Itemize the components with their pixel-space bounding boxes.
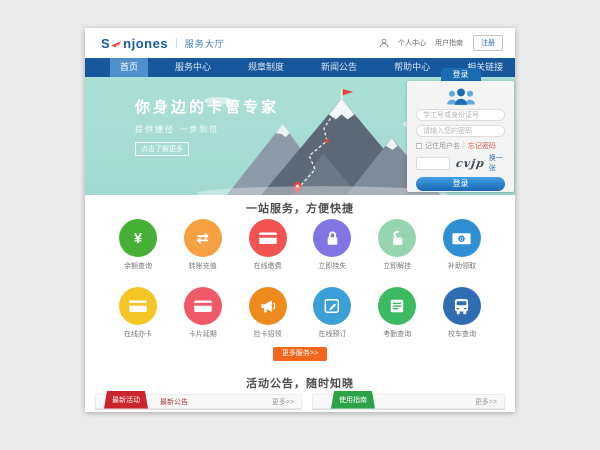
bank-card-icon [119, 287, 157, 325]
services-grid: ¥ 余额查询 ⇄ 转账充值在线缴费立即挂失立即解挂 0 补助领取在线办卡卡片延期捡卡招领在… [85, 219, 515, 339]
remember-row: 记住用户名 | 忘记密码 [416, 141, 505, 150]
service-item[interactable]: 捡卡招领 [239, 287, 297, 339]
header-divider: | [175, 38, 178, 49]
service-label: 校车查询 [433, 329, 491, 339]
tab-latest-announcements[interactable]: 最新公告 [160, 397, 188, 407]
service-label: 转账充值 [174, 261, 232, 271]
page-content: 一站服务，方便快捷 ¥ 余额查询 ⇄ 转账充值在线缴费立即挂失立即解挂 0 补助领取在线办… [85, 195, 515, 412]
captcha-refresh-link[interactable]: 换一张 [489, 153, 505, 173]
announcements-section-title: 活动公告，随时知晓 [85, 375, 515, 388]
register-button[interactable]: 注册 [473, 35, 503, 51]
brand-arrow-icon [111, 39, 122, 50]
transfer-arrows-icon: ⇄ [184, 219, 222, 257]
brand-text-first: S [101, 36, 110, 51]
service-label: 补助领取 [433, 261, 491, 271]
bus-icon [443, 287, 481, 325]
service-label: 在线缴费 [239, 261, 297, 271]
activity-panel: 最新活动 最新公告 更多>> [95, 394, 302, 410]
service-label: 立即挂失 [303, 261, 361, 271]
activity-more-link[interactable]: 更多>> [272, 397, 294, 407]
nav-item[interactable]: 规章制度 [238, 58, 294, 77]
personal-center-link[interactable]: 个人中心 [398, 38, 426, 48]
hero-text-block: 你身边的卡管专家 提供捷径 一步到位 点击了解更多 [135, 96, 279, 156]
service-item[interactable]: 校车查询 [433, 287, 491, 339]
service-label: 捡卡招领 [239, 329, 297, 339]
service-label: 卡片延期 [174, 329, 232, 339]
login-form: 记住用户名 | 忘记密码 cvjp 换一张 登录 [407, 81, 514, 192]
nav-item[interactable]: 新闻公告 [311, 58, 367, 77]
service-item[interactable]: 在线缴费 [239, 219, 297, 271]
service-label: 在线预订 [303, 329, 361, 339]
site-header: S njones | 服务大厅 个人中心 用户指南 注册 [85, 28, 515, 58]
password-input[interactable] [416, 125, 505, 137]
service-item[interactable]: 0 补助领取 [433, 219, 491, 271]
guide-more-link[interactable]: 更多>> [475, 397, 497, 407]
service-item[interactable]: 立即挂失 [303, 219, 361, 271]
hero-cta-button[interactable]: 点击了解更多 [135, 142, 189, 156]
users-group-icon [443, 87, 479, 105]
service-item[interactable]: 在线预订 [303, 287, 361, 339]
login-submit-button[interactable]: 登录 [416, 177, 505, 191]
captcha-input[interactable] [416, 157, 450, 170]
nav-item-active[interactable]: 首页 [110, 58, 148, 77]
hero-subtitle: 提供捷径 一步到位 [135, 124, 279, 135]
login-panel: 登录 记住用户名 | 忘记密码 [407, 68, 514, 192]
services-row: ¥ 余额查询 ⇄ 转账充值在线缴费立即挂失立即解挂 0 补助领取 [109, 219, 491, 271]
announcement-panels: 最新活动 最新公告 更多>> 使用指南 更多>> [85, 394, 515, 410]
banknote-icon: 0 [443, 219, 481, 257]
username-input[interactable] [416, 109, 505, 121]
service-item[interactable]: 考勤查询 [368, 287, 426, 339]
service-item[interactable]: 卡片延期 [174, 287, 232, 339]
site-name: 服务大厅 [185, 37, 225, 50]
login-tab[interactable]: 登录 [441, 68, 481, 81]
service-label: 余额查询 [109, 261, 167, 271]
nav-item[interactable]: 服务中心 [165, 58, 221, 77]
services-row: 在线办卡卡片延期捡卡招领在线预订考勤查询校车查询 [109, 287, 491, 339]
service-item[interactable]: ⇄ 转账充值 [174, 219, 232, 271]
remember-divider: | [463, 142, 465, 149]
screenshot-stage: S njones | 服务大厅 个人中心 用户指南 注册 首页服务中心规章制度 [0, 0, 600, 450]
yen-icon: ¥ [119, 219, 157, 257]
hero-headline: 你身边的卡管专家 [135, 96, 279, 117]
portal-page: S njones | 服务大厅 个人中心 用户指南 注册 首页服务中心规章制度 [85, 28, 515, 412]
service-label: 在线办卡 [109, 329, 167, 339]
yen-icon-glyph: ¥ [134, 231, 142, 246]
megaphone-icon [249, 287, 287, 325]
forgot-password-link[interactable]: 忘记密码 [468, 141, 496, 151]
lock-icon [313, 219, 351, 257]
more-services-button[interactable]: 更多服务>> [273, 347, 327, 361]
tab-latest-activity[interactable]: 最新活动 [104, 391, 148, 409]
svg-text:0: 0 [460, 236, 463, 242]
bank-card-icon [249, 219, 287, 257]
tab-usage-guide[interactable]: 使用指南 [331, 391, 375, 409]
bank-card-icon [184, 287, 222, 325]
service-label: 立即解挂 [368, 261, 426, 271]
person-icon [379, 38, 389, 48]
service-item[interactable]: 在线办卡 [109, 287, 167, 339]
service-item[interactable]: ¥ 余额查询 [109, 219, 167, 271]
transfer-arrows-icon-glyph: ⇄ [197, 231, 210, 246]
services-section-title: 一站服务，方便快捷 [85, 200, 515, 214]
remember-label: 记住用户名 [425, 141, 460, 151]
service-item[interactable]: 立即解挂 [368, 219, 426, 271]
captcha-image[interactable]: cvjp [455, 157, 486, 170]
user-guide-link[interactable]: 用户指南 [435, 38, 463, 48]
captcha-row: cvjp 换一张 [416, 153, 505, 173]
edit-icon [313, 287, 351, 325]
guide-panel: 使用指南 更多>> [312, 394, 505, 410]
brand-logo[interactable]: S njones [101, 36, 168, 51]
brand-text-rest: njones [123, 36, 168, 51]
service-label: 考勤查询 [368, 329, 426, 339]
attendance-icon [378, 287, 416, 325]
unlock-icon [378, 219, 416, 257]
remember-checkbox[interactable] [416, 143, 422, 149]
